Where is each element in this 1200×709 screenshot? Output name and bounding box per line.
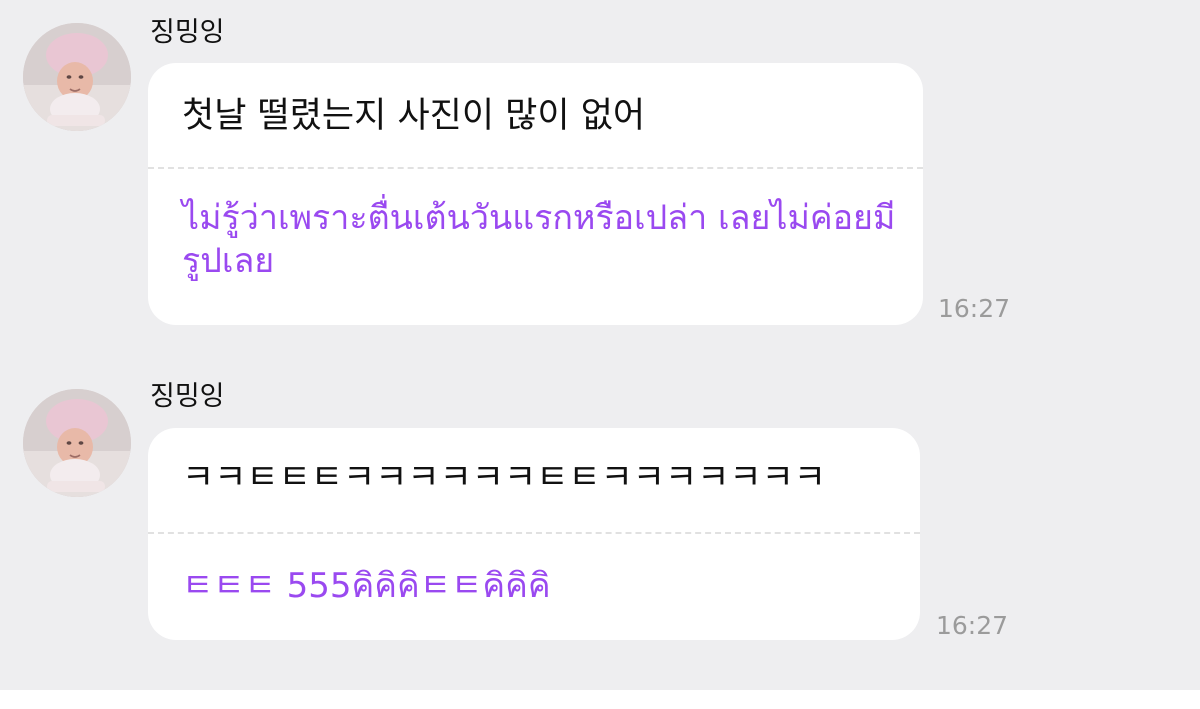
message-timestamp: 16:27 bbox=[936, 611, 1009, 640]
sender-avatar[interactable] bbox=[23, 389, 131, 497]
bottom-bar bbox=[0, 690, 1200, 709]
translation-divider bbox=[148, 532, 920, 534]
message-bubble[interactable]: ㅋㅋㅌㅌㅌㅋㅋㅋㅋㅋㅋㅌㅌㅋㅋㅋㅋㅋㅋㅋ ㅌㅌㅌ 555คิคิคิㅌㅌคิคิ… bbox=[148, 428, 920, 640]
baby-photo-avatar-icon bbox=[23, 389, 131, 497]
sender-name: 징밍잉 bbox=[150, 381, 225, 412]
chat-message: 징밍잉 ㅋㅋㅌㅌㅌㅋㅋㅋㅋㅋㅋㅌㅌㅋㅋㅋㅋㅋㅋㅋ ㅌㅌㅌ 555คิคิคิㅌㅌ… bbox=[0, 0, 1200, 690]
original-message-text: ㅋㅋㅌㅌㅌㅋㅋㅋㅋㅋㅋㅌㅌㅋㅋㅋㅋㅋㅋㅋ bbox=[182, 458, 827, 498]
translated-message-text: ㅌㅌㅌ 555คิคิคิㅌㅌคิคิคิ bbox=[182, 566, 551, 606]
